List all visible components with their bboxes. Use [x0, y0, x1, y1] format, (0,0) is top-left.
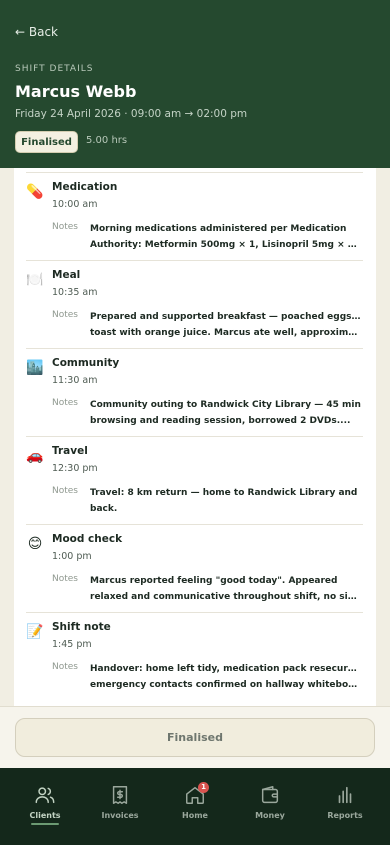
notes-line: toast with orange juice. Marcus ate well… [90, 328, 362, 338]
entry-time: 12:30 pm [52, 463, 98, 474]
notes-line: Marcus reported feeling "good today". Ap… [90, 576, 338, 586]
action-bar: Finalised [0, 706, 390, 768]
entry-time: 11:30 am [52, 375, 98, 386]
notes-line: emergency contacts confirmed on hallway … [90, 680, 362, 690]
entry-time: 1:45 pm [52, 639, 92, 650]
notes-label: Notes [52, 574, 78, 584]
list-item[interactable]: 🍽️ Meal 10:35 am Notes Prepared and supp… [26, 260, 363, 348]
shift-entries-list[interactable]: 💊 Medication 10:00 am Notes Morning medi… [14, 168, 376, 706]
notes-line: relaxed and communicative throughout shi… [90, 592, 362, 602]
entry-title: Meal [52, 269, 81, 281]
entry-notes: Marcus reported feeling "good today". Ap… [90, 573, 362, 605]
tab-clients[interactable]: Clients [15, 784, 75, 825]
notes-label: Notes [52, 310, 78, 320]
wallet-icon [261, 786, 279, 804]
tab-label: Invoices [101, 811, 139, 820]
entry-title: Community [52, 357, 120, 369]
tab-label: Clients [15, 811, 75, 825]
notes-line: Authority: Metformin 500mg × 1, Lisinopr… [90, 240, 362, 250]
entry-notes: Prepared and supported breakfast — poach… [90, 309, 362, 341]
notes-label: Notes [52, 486, 78, 496]
back-button[interactable]: ← Back [15, 25, 58, 39]
notes-line: Prepared and supported breakfast — poach… [90, 312, 362, 322]
smiley-icon: 😊 [27, 536, 43, 552]
tab-label: Home [182, 811, 208, 820]
shift-datetime: Friday 24 April 2026 · 09:00 am → 02:00 … [15, 108, 248, 120]
notification-badge: 1 [198, 782, 209, 793]
entry-title: Shift note [52, 621, 111, 633]
plate-icon: 🍽️ [26, 272, 44, 288]
notes-line: browsing and reading session, borrowed 2… [90, 416, 351, 426]
tab-money[interactable]: Money [240, 784, 300, 820]
list-item[interactable]: 🚗 Travel 12:30 pm Notes Travel: 8 km ret… [26, 436, 363, 524]
list-item[interactable]: 😊 Mood check 1:00 pm Notes Marcus report… [26, 524, 363, 612]
notes-line: back. [90, 504, 118, 514]
entry-time: 10:35 am [52, 287, 98, 298]
tab-label: Money [255, 811, 285, 820]
notes-label: Notes [52, 222, 78, 232]
notes-label: Notes [52, 662, 78, 672]
section-kicker: SHIFT DETAILS [15, 64, 94, 74]
entry-notes: Community outing to Randwick City Librar… [90, 397, 362, 429]
client-name: Marcus Webb [15, 82, 137, 101]
notes-line: Handover: home left tidy, medication pac… [90, 664, 362, 674]
shift-hours: 5.00 hrs [86, 135, 128, 146]
entry-notes: Handover: home left tidy, medication pac… [90, 661, 362, 693]
users-icon [35, 787, 55, 804]
notes-line: Community outing to Randwick City Librar… [90, 400, 361, 410]
list-item[interactable]: 💊 Medication 10:00 am Notes Morning medi… [26, 172, 363, 260]
notes-line: Travel: 8 km return — home to Randwick L… [90, 488, 358, 498]
entry-time: 1:00 pm [52, 551, 92, 562]
tab-invoices[interactable]: Invoices [90, 784, 150, 820]
status-badge: Finalised [15, 131, 78, 153]
bar-chart-icon [338, 786, 352, 804]
car-icon: 🚗 [26, 448, 44, 464]
notes-line: Morning medications administered per Med… [90, 224, 347, 234]
entry-title: Mood check [52, 533, 123, 545]
tab-home[interactable]: 1 Home [165, 782, 225, 820]
pill-icon: 💊 [26, 184, 44, 200]
finalised-button[interactable]: Finalised [15, 718, 375, 757]
tab-reports[interactable]: Reports [315, 784, 375, 820]
shift-header: ← Back SHIFT DETAILS Marcus Webb Friday … [0, 0, 390, 168]
entry-time: 10:00 am [52, 199, 98, 210]
entry-notes: Morning medications administered per Med… [90, 221, 362, 253]
bottom-tab-bar: Clients Invoices 1 Home Money Reports [0, 768, 390, 845]
notes-label: Notes [52, 398, 78, 408]
memo-icon: 📝 [26, 624, 44, 640]
tab-label: Reports [327, 811, 363, 820]
entry-notes: Travel: 8 km return — home to Randwick L… [90, 485, 362, 517]
entry-title: Travel [52, 445, 88, 457]
entry-title: Medication [52, 181, 118, 193]
receipt-icon [112, 786, 128, 804]
city-icon: 🏙️ [26, 360, 44, 376]
list-item[interactable]: 🏙️ Community 11:30 am Notes Community ou… [26, 348, 363, 436]
list-item[interactable]: 📝 Shift note 1:45 pm Notes Handover: hom… [26, 612, 363, 700]
